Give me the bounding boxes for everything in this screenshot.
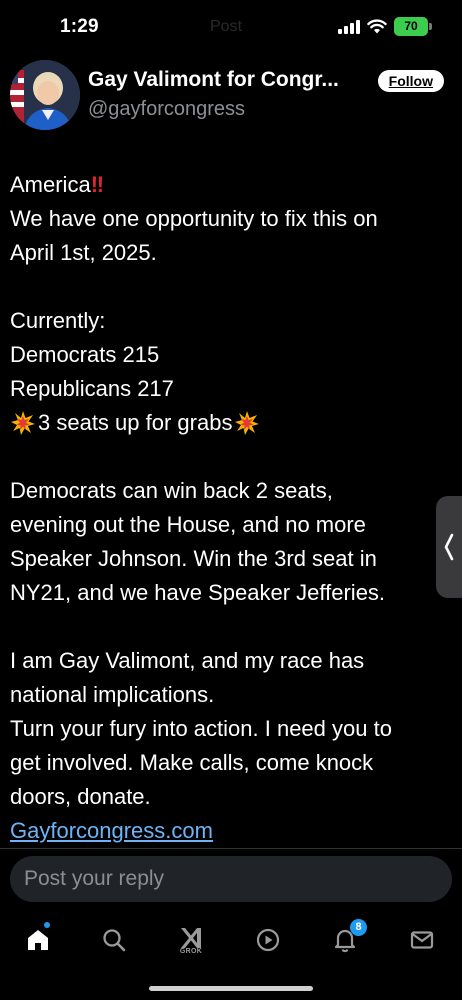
chevron-left-icon [444, 533, 454, 561]
collision-emoji-icon [11, 411, 35, 435]
status-icons: 70 [338, 17, 432, 36]
post-text: America‼ We have one opportunity to fix … [10, 168, 450, 848]
nav-notifications[interactable]: 8 [325, 919, 367, 960]
wifi-icon [367, 19, 387, 34]
signal-icon [338, 19, 360, 34]
battery-level: 70 [394, 17, 428, 36]
nav-search[interactable] [94, 920, 134, 960]
author-handle[interactable]: @gayforcongress [88, 98, 245, 121]
search-icon [103, 929, 126, 952]
post-line: doors, donate. [10, 784, 151, 809]
status-time: 1:29 [60, 16, 99, 37]
nav-messages[interactable] [402, 920, 442, 960]
post-line: Currently: [10, 308, 106, 333]
post-line: I am Gay Valimont, and my race has [10, 648, 365, 673]
grok-icon [181, 927, 201, 948]
post-line: Democrats 215 [10, 342, 160, 367]
avatar-image [10, 60, 80, 130]
post-line: 3 seats up for grabs [10, 406, 450, 440]
post-line: Republicans 217 [10, 376, 174, 401]
home-icon [28, 930, 48, 950]
side-drawer-handle[interactable] [436, 496, 462, 598]
website-link[interactable]: Gayforcongress.com [10, 818, 213, 843]
post-line: Speaker Johnson. Win the 3rd seat in [10, 546, 377, 571]
post-line: America‼ [10, 172, 104, 197]
status-faded-title: Post [210, 18, 243, 35]
home-indicator[interactable] [149, 986, 313, 991]
author-name[interactable]: Gay Valimont for Congr... [88, 68, 339, 92]
post-line: Democrats can win back 2 seats, [10, 478, 333, 503]
bottom-nav: GROK 8 [0, 910, 462, 970]
post-line: national implications. [10, 682, 215, 707]
follow-button[interactable]: Follow [377, 70, 444, 92]
collision-emoji-icon [235, 411, 260, 435]
nav-grok[interactable]: GROK [171, 920, 211, 960]
post-line: Turn your fury into action. I need you t… [10, 716, 392, 741]
post-line: We have one opportunity to fix this on [10, 206, 378, 231]
divider [0, 848, 462, 849]
unread-dot [44, 922, 50, 928]
double-exclamation-emoji: ‼ [90, 172, 104, 197]
nav-home[interactable] [18, 920, 58, 960]
avatar[interactable] [10, 60, 80, 130]
post-line: get involved. Make calls, come knock [10, 750, 374, 775]
notification-badge: 8 [350, 919, 367, 936]
post-header: Gay Valimont for Congr... @gayforcongres… [10, 60, 452, 132]
grok-label: GROK [179, 947, 203, 955]
post-line: April 1st, 2025. [10, 240, 157, 265]
reply-input[interactable] [10, 856, 452, 902]
post-line: evening out the House, and no more [10, 512, 366, 537]
nav-video[interactable] [248, 920, 288, 960]
reply-box [10, 856, 452, 902]
post-line: NY21, and we have Speaker Jefferies. [10, 580, 386, 605]
play-icon [256, 928, 280, 952]
mail-icon [410, 931, 434, 949]
battery-icon: 70 [394, 17, 432, 36]
status-bar: 1:29 Post 70 [0, 0, 462, 56]
